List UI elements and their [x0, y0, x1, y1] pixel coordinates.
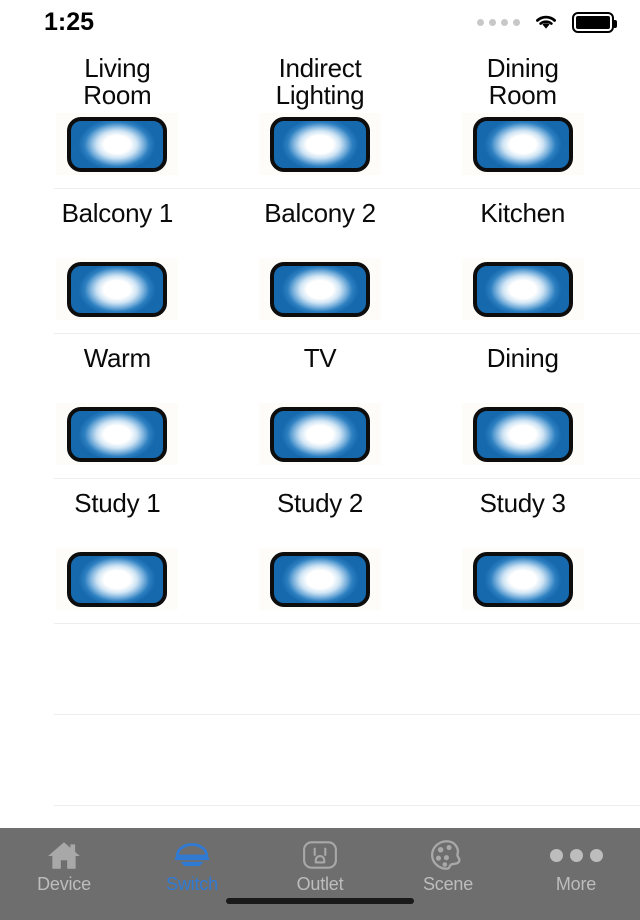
light-switch-on-icon[interactable] — [56, 113, 179, 175]
light-switch-on-icon[interactable] — [259, 258, 381, 320]
tab-outlet[interactable]: Outlet — [256, 834, 384, 894]
switch-cell-balcony-1[interactable]: Balcony 1 — [16, 189, 219, 320]
switch-label: Warm — [83, 343, 151, 373]
switch-cell-indirect-lighting[interactable]: Indirect Lighting — [219, 44, 422, 175]
tab-more[interactable]: More — [512, 834, 640, 894]
home-icon — [44, 838, 84, 872]
switch-cell-kitchen[interactable]: Kitchen — [421, 189, 624, 320]
switch-label: Study 1 — [74, 488, 161, 518]
light-switch-on-icon[interactable] — [259, 548, 381, 610]
light-switch-on-icon[interactable] — [56, 403, 179, 465]
tab-label: Outlet — [296, 874, 344, 894]
switch-cell-tv[interactable]: TV — [219, 334, 422, 465]
status-indicators — [477, 11, 617, 33]
switch-label: Kitchen — [480, 198, 565, 228]
switch-cell-study-2[interactable]: Study 2 — [219, 479, 422, 610]
wifi-icon — [536, 15, 556, 29]
tab-label: Scene — [422, 874, 474, 894]
signal-dots-icon — [477, 18, 520, 26]
switch-cell-dining[interactable]: Dining — [421, 334, 624, 465]
light-switch-on-icon[interactable] — [259, 113, 381, 175]
light-switch-on-icon[interactable] — [461, 403, 584, 465]
switch-label: Dining Room — [486, 53, 559, 110]
switch-label: Balcony 1 — [61, 198, 174, 228]
switch-label: Living Room — [83, 53, 152, 110]
switch-row: Balcony 1 Balcony 2 Kitchen — [0, 189, 640, 334]
lamp-icon — [172, 838, 212, 872]
status-bar: 1:25 — [0, 0, 640, 44]
switch-row: Living Room Indirect Lighting Dining Roo… — [0, 44, 640, 189]
app-screen: 1:25 Living Room Indirect Lighting Dinin… — [0, 0, 640, 920]
switch-cell-balcony-2[interactable]: Balcony 2 — [219, 189, 422, 320]
tab-scene[interactable]: Scene — [384, 834, 512, 894]
switch-row-empty — [0, 715, 640, 806]
battery-full-icon — [572, 11, 617, 33]
switch-label: Dining — [486, 343, 559, 373]
light-switch-on-icon[interactable] — [56, 258, 179, 320]
switch-list[interactable]: Living Room Indirect Lighting Dining Roo… — [0, 44, 640, 828]
tab-label: Device — [37, 874, 91, 894]
tab-switch[interactable]: Switch — [128, 834, 256, 894]
switch-row: Study 1 Study 2 Study 3 — [0, 479, 640, 624]
switch-cell-study-3[interactable]: Study 3 — [421, 479, 624, 610]
light-switch-on-icon[interactable] — [461, 113, 584, 175]
tab-bar: Device Switch Outlet Scene More — [0, 828, 640, 920]
switch-cell-dining-room[interactable]: Dining Room — [421, 44, 624, 175]
switch-cell-study-1[interactable]: Study 1 — [16, 479, 219, 610]
status-time: 1:25 — [44, 7, 95, 36]
switch-row: Warm TV Dining — [0, 334, 640, 479]
more-dots-icon — [549, 838, 603, 872]
switch-row-empty — [0, 624, 640, 715]
switch-label: Study 2 — [276, 488, 364, 518]
switch-label: Balcony 2 — [264, 198, 376, 228]
light-switch-on-icon[interactable] — [461, 548, 584, 610]
switch-label: Study 3 — [479, 488, 566, 518]
palette-icon — [428, 838, 468, 872]
switch-cell-warm[interactable]: Warm — [16, 334, 219, 465]
tab-label: Switch — [166, 874, 218, 894]
light-switch-on-icon[interactable] — [56, 548, 179, 610]
power-outlet-icon — [300, 838, 340, 872]
light-switch-on-icon[interactable] — [461, 258, 584, 320]
switch-label: TV — [303, 343, 337, 373]
tab-device[interactable]: Device — [0, 834, 128, 894]
switch-cell-living-room[interactable]: Living Room — [16, 44, 219, 175]
switch-label: Indirect Lighting — [275, 53, 365, 110]
light-switch-on-icon[interactable] — [259, 403, 381, 465]
tab-label: More — [555, 874, 597, 894]
home-indicator — [226, 898, 414, 904]
